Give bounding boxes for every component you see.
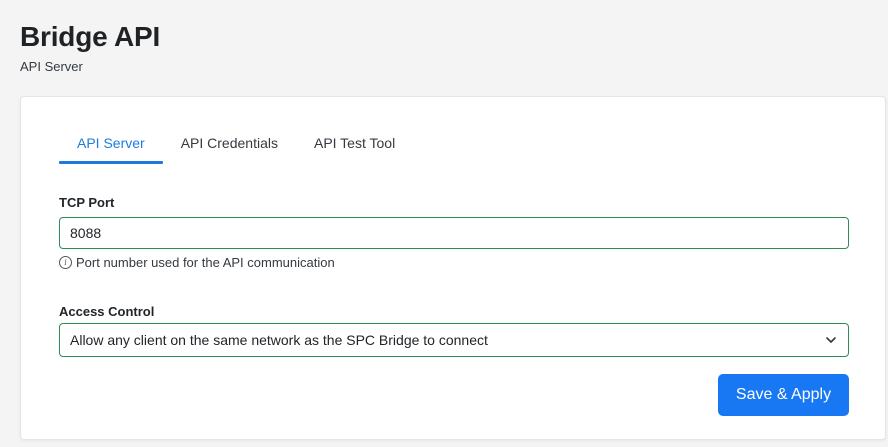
tab-api-server[interactable]: API Server xyxy=(59,131,163,167)
save-apply-button[interactable]: Save & Apply xyxy=(718,374,849,416)
access-control-select[interactable]: Allow any client on the same network as … xyxy=(59,323,849,357)
tab-bar: API Server API Credentials API Test Tool xyxy=(59,131,413,167)
page-title: Bridge API xyxy=(20,21,161,52)
info-icon: i xyxy=(59,256,72,269)
tcp-port-label: TCP Port xyxy=(59,195,115,210)
tcp-port-input[interactable] xyxy=(59,217,849,249)
tcp-port-help-text: Port number used for the API communicati… xyxy=(76,255,335,270)
chevron-down-icon xyxy=(826,337,836,343)
tab-api-test-tool[interactable]: API Test Tool xyxy=(296,131,413,167)
tab-api-credentials[interactable]: API Credentials xyxy=(163,131,296,167)
page-subtitle: API Server xyxy=(20,59,83,74)
tcp-port-help: i Port number used for the API communica… xyxy=(59,255,335,270)
settings-card: API Server API Credentials API Test Tool… xyxy=(20,96,886,440)
access-control-selected: Allow any client on the same network as … xyxy=(70,332,488,348)
page: Bridge API API Server API Server API Cre… xyxy=(0,0,888,447)
access-control-label: Access Control xyxy=(59,304,155,319)
